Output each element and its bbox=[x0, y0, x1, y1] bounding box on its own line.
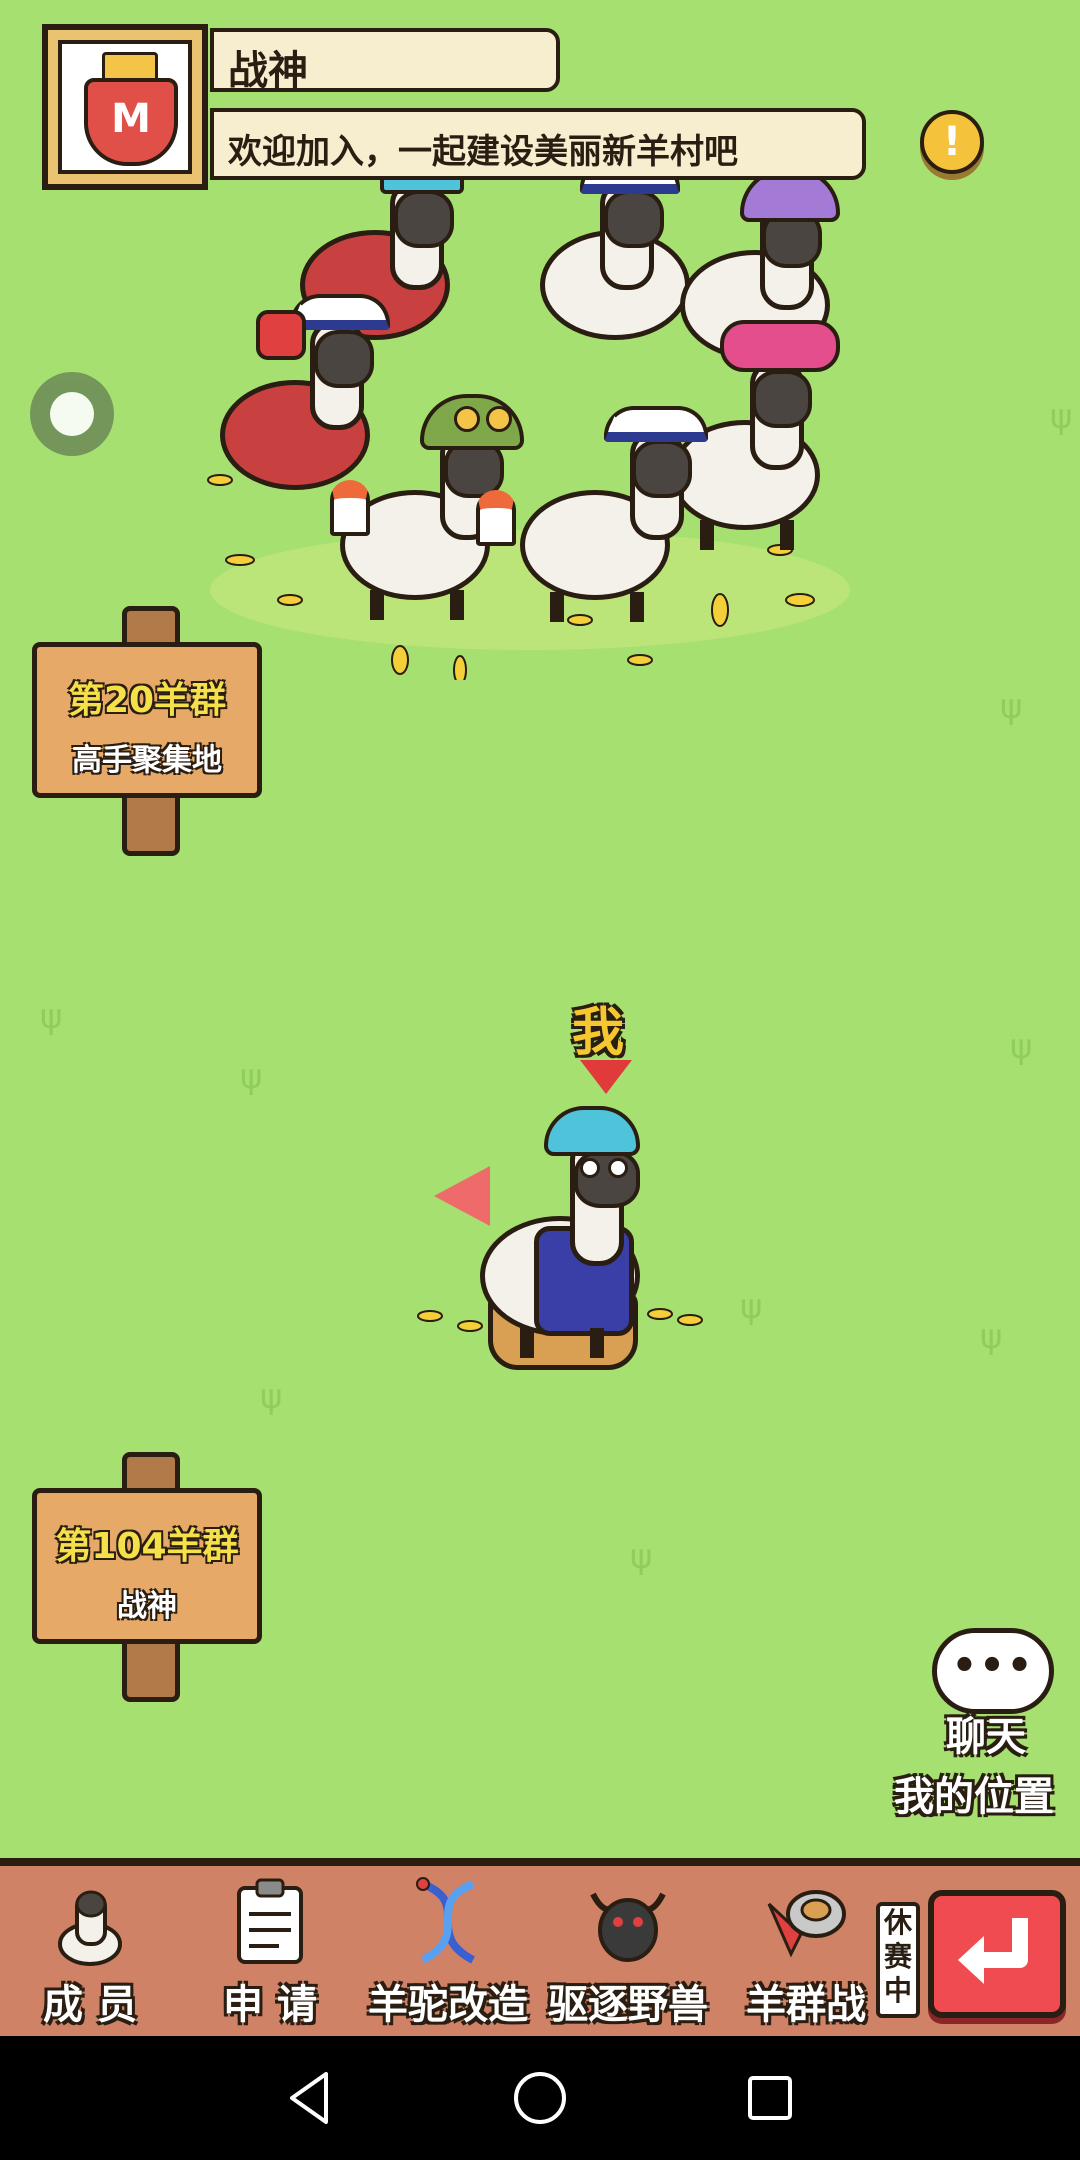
rocket-icon bbox=[330, 480, 370, 536]
apply-button[interactable]: 申 请 bbox=[200, 1874, 340, 2034]
group-sign-title: 第20羊群 bbox=[67, 680, 227, 721]
bottom-toolbar: 成 员 申 请 羊驼改造 驱逐野兽 羊群战 休赛中 bbox=[0, 1858, 1080, 2036]
group-sign-104[interactable]: 第104羊群 战神 bbox=[32, 1452, 262, 1702]
group-battle-label: 羊群战 bbox=[746, 1982, 866, 2028]
group-sign-subtitle: 战神 bbox=[117, 1589, 177, 1624]
alpaca-modify-button[interactable]: 羊驼改造 bbox=[360, 1874, 536, 2034]
flag-tail-icon bbox=[434, 1166, 490, 1226]
alert-icon[interactable]: ! bbox=[920, 110, 984, 174]
player-marker-arrow-icon bbox=[580, 1060, 632, 1094]
clipboard-icon bbox=[237, 1878, 303, 1964]
square-recents-icon[interactable] bbox=[738, 2066, 802, 2130]
grass-tuft: ψ bbox=[980, 1317, 1003, 1357]
alpaca-modify-label: 羊驼改造 bbox=[368, 1982, 528, 2028]
group-name: 战神 bbox=[228, 48, 308, 94]
grass-tuft: ψ bbox=[630, 1537, 653, 1577]
grass-tuft: ψ bbox=[1010, 1027, 1033, 1067]
group-sign-title: 第104羊群 bbox=[55, 1526, 239, 1567]
announcement-banner[interactable]: 欢迎加入，一起建设美丽新羊村吧 bbox=[210, 108, 866, 180]
group-sign-20[interactable]: 第20羊群 高手聚集地 bbox=[32, 606, 262, 856]
announcement-text: 欢迎加入，一起建设美丽新羊村吧 bbox=[228, 132, 738, 172]
chat-bubble-dots: ••• bbox=[951, 1643, 1035, 1689]
exit-button[interactable] bbox=[928, 1890, 1066, 2018]
chat-label[interactable]: 聊天 bbox=[946, 1704, 1026, 1762]
expel-beasts-button[interactable]: 驱逐野兽 bbox=[540, 1874, 716, 2034]
stop-sign-icon bbox=[256, 310, 306, 360]
dna-icon bbox=[416, 1877, 475, 1964]
rocket-icon bbox=[476, 490, 516, 546]
grass-tuft: ψ bbox=[1000, 687, 1023, 727]
shield-icon: M bbox=[84, 78, 178, 166]
alpaca-crowd[interactable] bbox=[200, 120, 880, 680]
triangle-back-icon[interactable] bbox=[278, 2066, 342, 2130]
chat-button[interactable]: ••• bbox=[932, 1628, 1054, 1714]
grass-tuft: ψ bbox=[240, 1057, 263, 1097]
grass-tuft: ψ bbox=[40, 997, 63, 1037]
members-button[interactable]: 成 员 bbox=[20, 1874, 160, 2034]
return-arrow-icon bbox=[958, 1918, 1028, 1984]
system-nav-bar bbox=[0, 2036, 1080, 2160]
floating-assist-button[interactable] bbox=[30, 372, 114, 456]
battle-status-badge: 休赛中 bbox=[876, 1902, 920, 2018]
group-battle-button[interactable]: 羊群战 bbox=[736, 1874, 876, 2034]
group-sign-subtitle: 高手聚集地 bbox=[72, 743, 222, 778]
game-map[interactable]: ψ ψ ψ ψ ψ ψ ψ ψ ψ 我 第20羊群 高手聚集地 第104羊群 战… bbox=[0, 0, 1080, 1858]
members-alpaca-icon bbox=[58, 1890, 122, 1966]
apply-label: 申 请 bbox=[223, 1982, 317, 2028]
circle-home-icon[interactable] bbox=[508, 2066, 572, 2130]
grass-tuft: ψ bbox=[1050, 397, 1073, 437]
group-name-banner: 战神 bbox=[210, 28, 560, 94]
bull-icon bbox=[590, 1892, 666, 1962]
my-position-button[interactable]: 我的位置 bbox=[894, 1764, 1054, 1822]
battle-helmet-icon bbox=[767, 1890, 846, 1958]
group-emblem[interactable]: M bbox=[42, 24, 208, 190]
expel-beasts-label: 驱逐野兽 bbox=[548, 1982, 708, 2028]
members-label: 成 员 bbox=[43, 1982, 137, 2028]
grass-tuft: ψ bbox=[260, 1377, 283, 1417]
player-marker-label: 我 bbox=[572, 1003, 625, 1063]
grass-tuft: ψ bbox=[740, 1287, 763, 1327]
